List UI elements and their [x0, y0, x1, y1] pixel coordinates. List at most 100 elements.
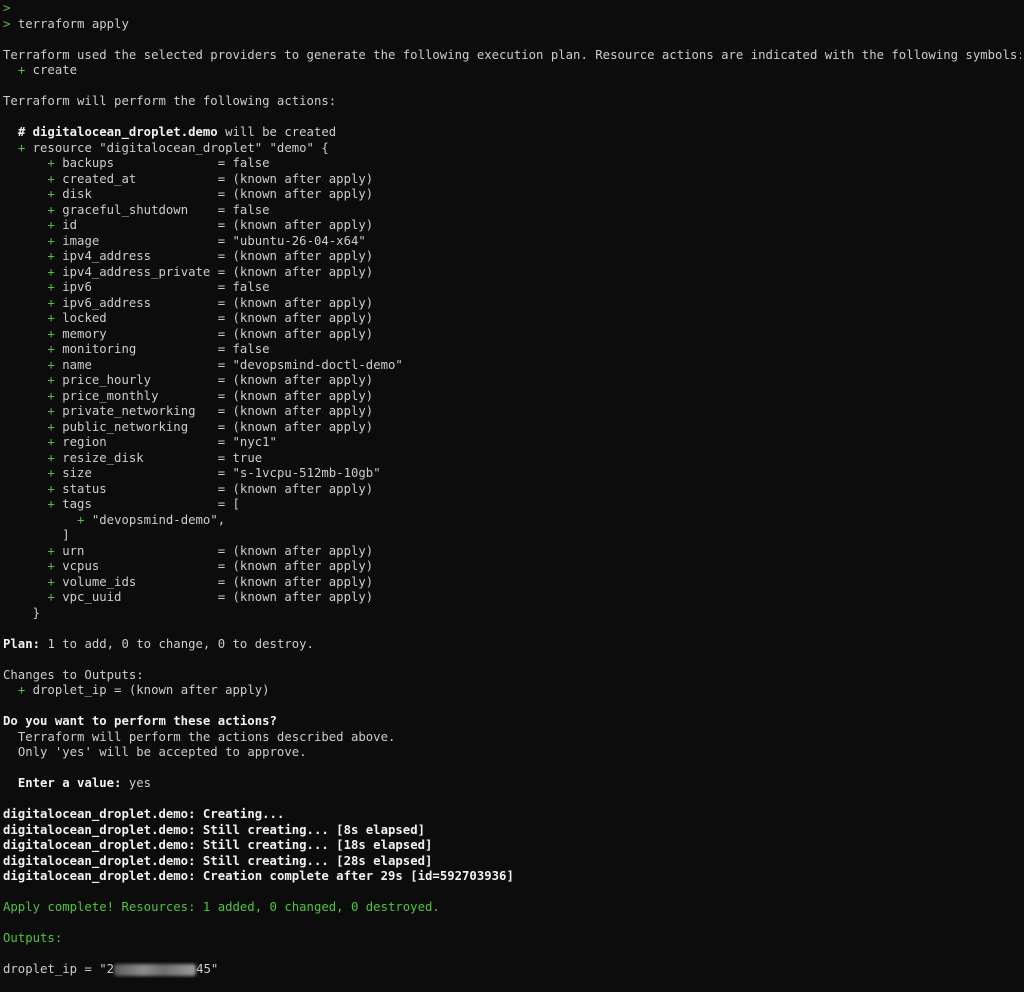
attribute-row: + ipv6_address = (known after apply): [47, 295, 374, 310]
attribute-key: tags: [62, 497, 92, 511]
plan-line: Plan: 1 to add, 0 to change, 0 to destro…: [3, 637, 1021, 653]
plus-symbol: +: [47, 295, 55, 310]
outputs-heading: Outputs:: [3, 931, 63, 945]
attribute-row: + name = "devopsmind-doctl-demo": [47, 357, 403, 372]
progress-resource: digitalocean_droplet.demo:: [3, 838, 196, 852]
plus-symbol: +: [47, 156, 55, 170]
attribute-list: + backups = false + created_at = (known …: [3, 156, 1021, 497]
resource-address: digitalocean_droplet.demo: [32, 125, 218, 139]
attribute-key: vcpus: [62, 559, 100, 573]
attribute-value: (known after apply): [232, 311, 374, 325]
comment-hash: #: [17, 125, 26, 139]
progress-resource: digitalocean_droplet.demo:: [3, 807, 196, 821]
plus-symbol: +: [47, 559, 55, 573]
attribute-value: (known after apply): [232, 218, 374, 232]
prompt-symbol: >: [3, 1, 11, 15]
enter-value-line[interactable]: Enter a value: yes: [3, 776, 1021, 792]
attribute-key: volume_ids: [62, 574, 137, 589]
resource-header-text: resource "digitalocean_droplet" "demo" {: [32, 140, 329, 155]
confirm-line1: Terraform will perform the actions descr…: [17, 729, 396, 744]
attribute-key: memory: [62, 326, 107, 341]
outputs-change-text: droplet_ip = (known after apply): [32, 683, 270, 697]
resource-header: + resource "digitalocean_droplet" "demo"…: [3, 141, 1021, 157]
attribute-value: "devopsmind-doctl-demo": [232, 357, 403, 372]
attribute-row: + backups = false: [47, 156, 270, 170]
attribute-value: (known after apply): [232, 574, 374, 589]
attribute-key: ipv4_address: [62, 249, 152, 263]
tags-close-bracket: ]: [62, 528, 70, 542]
attribute-row: + urn = (known after apply): [47, 543, 374, 558]
enter-value-input[interactable]: yes: [129, 776, 151, 790]
prompt-symbol: >: [3, 16, 11, 31]
attribute-row: + disk = (known after apply): [47, 187, 374, 201]
attribute-value: (known after apply): [232, 419, 374, 434]
attribute-value: [: [232, 497, 240, 511]
attribute-key: disk: [62, 187, 92, 201]
resource-comment-suffix: will be created: [225, 125, 337, 139]
plus-symbol: +: [47, 202, 55, 217]
attribute-key: backups: [62, 156, 115, 170]
tags-close: ]: [3, 528, 1021, 544]
plus-symbol: +: [17, 140, 26, 155]
tag-item-row: + "devopsmind-demo",: [3, 513, 1021, 529]
apply-complete-line: Apply complete! Resources: 1 added, 0 ch…: [3, 900, 440, 914]
attribute-value: (known after apply): [232, 404, 374, 418]
plus-symbol: +: [47, 233, 55, 248]
attribute-key: monitoring: [62, 342, 137, 356]
outputs-change-line: + droplet_ip = (known after apply): [3, 683, 1021, 699]
plus-symbol: +: [47, 466, 55, 480]
attribute-row: + resize_disk = true: [47, 450, 263, 465]
attribute-value: false: [232, 156, 270, 170]
legend-create-label: create: [32, 63, 78, 77]
attribute-value: false: [232, 342, 270, 356]
attribute-value: (known after apply): [232, 559, 374, 573]
progress-message: Still creating... [18s elapsed]: [202, 838, 433, 852]
output-suffix: 45": [196, 962, 219, 976]
attribute-row: + private_networking = (known after appl…: [47, 404, 374, 418]
attribute-value: (known after apply): [232, 481, 374, 496]
plus-symbol: +: [47, 264, 55, 279]
outputs-change-heading: Changes to Outputs:: [3, 667, 144, 682]
attribute-key: size: [62, 466, 92, 480]
attribute-row: + status = (known after apply): [47, 481, 374, 496]
prompt-line: >: [3, 1, 1021, 17]
plus-symbol: +: [47, 543, 55, 558]
attribute-row: + price_hourly = (known after apply): [47, 373, 374, 387]
plus-symbol: +: [47, 404, 55, 418]
plus-symbol: +: [77, 512, 85, 527]
progress-message: Still creating... [28s elapsed]: [202, 853, 433, 868]
attribute-list-after: + urn = (known after apply) + vcpus = (k…: [3, 544, 1021, 606]
attribute-key: urn: [62, 543, 85, 558]
attribute-row: + ipv4_address_private = (known after ap…: [47, 264, 374, 279]
attribute-value: (known after apply): [232, 388, 374, 403]
progress-resource: digitalocean_droplet.demo:: [3, 822, 196, 837]
plus-symbol: +: [47, 481, 55, 496]
attribute-value: (known after apply): [232, 543, 374, 558]
attribute-key: ipv6: [62, 280, 92, 294]
progress-message: Still creating... [8s elapsed]: [202, 822, 426, 837]
plus-symbol: +: [47, 574, 55, 589]
output-prefix: droplet_ip = "2: [3, 962, 115, 976]
plan-text: 1 to add, 0 to change, 0 to destroy.: [47, 636, 314, 651]
attribute-value: false: [232, 280, 270, 294]
plus-symbol: +: [17, 63, 26, 77]
terminal-output[interactable]: > > terraform apply Terraform used the s…: [3, 1, 1021, 978]
attribute-key: ipv4_address_private: [62, 264, 211, 279]
plus-symbol: +: [47, 590, 55, 604]
plus-symbol: +: [47, 326, 55, 341]
attribute-row: + locked = (known after apply): [47, 311, 374, 325]
attribute-key: name: [62, 357, 92, 372]
plus-symbol: +: [17, 683, 26, 697]
attribute-value: (known after apply): [232, 171, 374, 186]
attribute-key: price_monthly: [62, 388, 159, 403]
attribute-value: true: [232, 450, 263, 465]
plus-symbol: +: [47, 311, 55, 325]
attribute-value: (known after apply): [232, 326, 374, 341]
attribute-row: + vcpus = (known after apply): [47, 559, 374, 573]
plus-symbol: +: [47, 218, 55, 232]
resource-close: }: [3, 606, 1021, 622]
plan-label: Plan:: [3, 636, 41, 651]
attribute-value: (known after apply): [232, 249, 374, 263]
progress-message: Creation complete after 29s [id=59270393…: [202, 869, 514, 883]
attribute-row: + region = "nyc1": [47, 435, 277, 449]
